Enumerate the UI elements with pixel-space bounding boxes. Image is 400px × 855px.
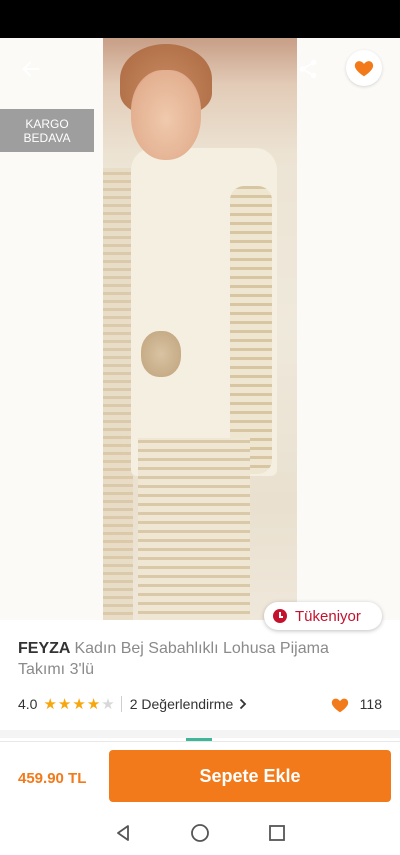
product-photo-edge (103, 168, 133, 620)
section-divider (0, 730, 400, 738)
favorite-count[interactable]: 118 (330, 694, 382, 714)
star-icon: ★ (86, 695, 101, 713)
rating-value: 4.0 (18, 696, 38, 712)
nav-home-button[interactable] (185, 818, 215, 848)
star-icon: ★ (72, 695, 86, 713)
pajama-pants (138, 438, 250, 620)
share-icon (299, 59, 317, 79)
free-shipping-badge: KARGO BEDAVA (0, 109, 94, 152)
model-face (131, 70, 201, 160)
back-triangle-icon (117, 824, 130, 841)
nav-back-button[interactable] (108, 818, 138, 848)
product-brand[interactable]: FEYZA (18, 640, 70, 657)
divider (120, 696, 122, 712)
product-price: 459.90 TL (18, 770, 87, 787)
status-bar (0, 0, 400, 38)
low-stock-badge: Tükeniyor (264, 602, 382, 630)
back-button[interactable] (14, 52, 48, 86)
nav-recents-button[interactable] (262, 818, 292, 848)
rating-row: 4.0 ★ ★ ★ ★ ★ 2 Değerlendirme 118 (18, 694, 382, 714)
star-icon: ★ (43, 695, 57, 713)
clock-icon (273, 609, 287, 623)
product-title: FEYZA Kadın Bej Sabahlıklı Lohusa Pijama … (18, 638, 378, 680)
free-shipping-line2: BEDAVA (23, 130, 71, 145)
heart-icon (354, 61, 374, 77)
star-icon: ★ (57, 695, 72, 713)
free-shipping-line1: KARGO (25, 116, 69, 131)
low-stock-label: Tükeniyor (295, 607, 361, 625)
rating-stars: ★ ★ ★ ★ ★ (43, 697, 114, 712)
system-nav-bar (0, 810, 400, 855)
reviews-link[interactable]: 2 Değerlendirme (130, 696, 248, 712)
bear-appliqué (141, 331, 181, 377)
chevron-right-icon (240, 698, 247, 710)
home-circle-icon (191, 823, 209, 842)
star-empty-icon: ★ (101, 695, 115, 713)
add-to-cart-button[interactable]: Sepete Ekle (109, 750, 391, 802)
favorite-button[interactable] (346, 50, 382, 86)
favorite-count-value: 118 (359, 696, 382, 712)
share-button[interactable] (291, 52, 325, 86)
recents-square-icon (268, 824, 285, 841)
arrow-left-icon (22, 61, 40, 77)
heart-icon (331, 698, 348, 713)
reviews-label: 2 Değerlendirme (129, 696, 234, 712)
pajama-sleeve (230, 186, 272, 474)
purchase-bar: 459.90 TL Sepete Ekle (0, 741, 400, 810)
